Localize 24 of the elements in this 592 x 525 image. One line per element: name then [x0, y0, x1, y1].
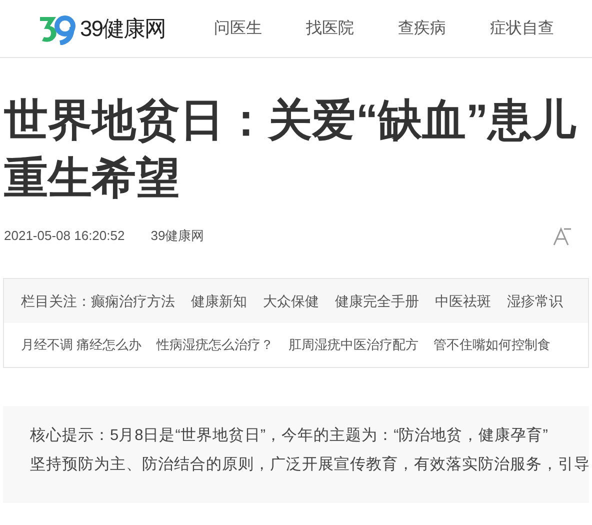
nav-link[interactable]: 症状自查 [490, 16, 554, 40]
nav-link[interactable]: 问医生 [214, 16, 262, 40]
topic-link[interactable]: 健康完全手册 [335, 290, 419, 312]
article-source: 39健康网 [150, 227, 204, 246]
topics-label: 栏目关注： [21, 292, 91, 310]
logo-icon [38, 12, 78, 44]
article-title: 世界地贫日：关爱“缺血”患儿 [4, 95, 578, 147]
publish-date: 2021-05-08 16:20:52 [4, 227, 125, 246]
font-size-icon[interactable] [552, 226, 572, 246]
topic-link[interactable]: 性病湿疣怎么治疗？ [156, 335, 274, 355]
nav-link[interactable]: 找医院 [306, 16, 354, 40]
topic-link[interactable]: 月经不调 痛经怎么办 [21, 335, 142, 355]
nav-link[interactable]: 查疾病 [398, 16, 446, 40]
topic-link[interactable]: 肛周湿疣中医治疗配方 [288, 335, 419, 355]
topic-link[interactable]: 癫痫治疗方法 [91, 290, 175, 312]
topic-link[interactable]: 湿疹常识 [507, 290, 563, 312]
summary-text: 核心提示：5月8日是“世界地贫日”，今年的主题为：“防治地贫，健康孕育” [30, 426, 549, 446]
topic-link[interactable]: 健康新知 [191, 290, 247, 312]
topic-link[interactable]: 中医祛斑 [435, 290, 491, 312]
logo-text[interactable]: 39健康网 [80, 12, 166, 45]
topic-link[interactable]: 大众保健 [263, 290, 319, 312]
summary-text: 坚持预防为主、防治结合的原则，广泛开展宣传教育，有效落实防治服务，引导 [30, 454, 589, 475]
topic-link[interactable]: 管不住嘴如何控制食 [434, 335, 551, 355]
article-title: 重生希望 [4, 153, 181, 205]
